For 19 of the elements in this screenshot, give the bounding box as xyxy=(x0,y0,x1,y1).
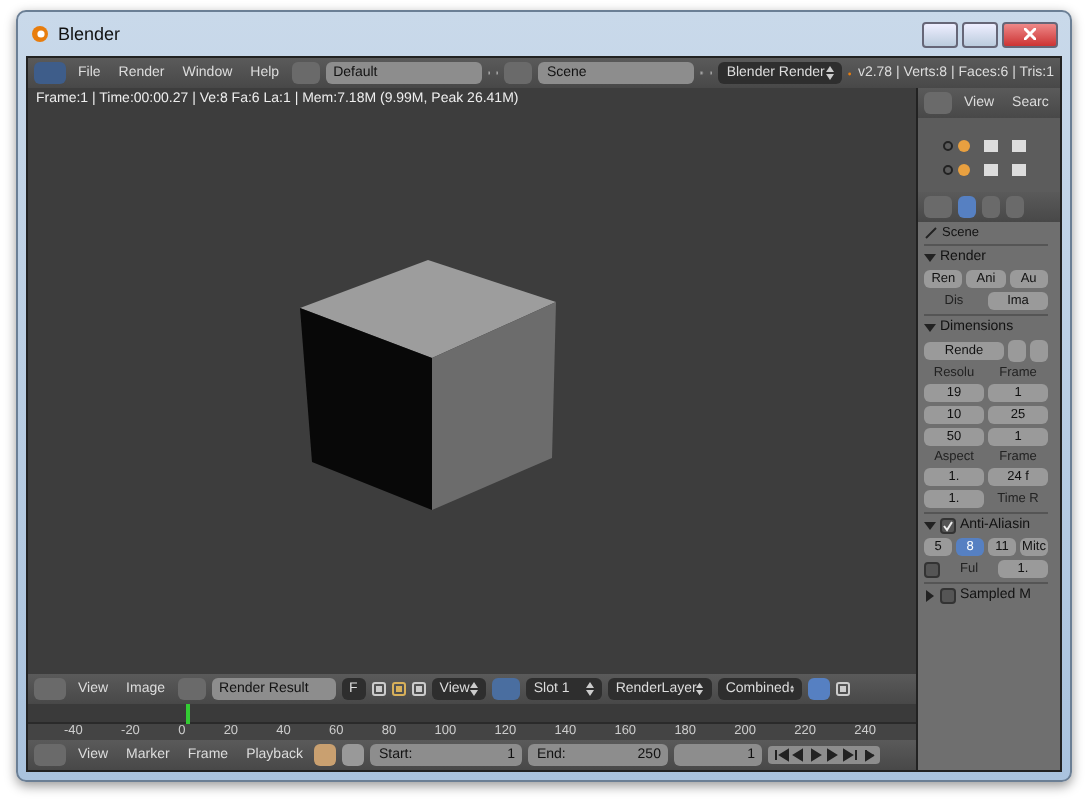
checkbox[interactable] xyxy=(940,517,956,533)
caret-icon xyxy=(789,682,794,696)
minimize-button[interactable] xyxy=(922,21,958,47)
checkbox[interactable] xyxy=(940,587,956,603)
disclosure-triangle-icon[interactable] xyxy=(924,321,936,333)
caret-icon xyxy=(585,682,594,696)
caret-icon xyxy=(826,66,835,80)
checkbox[interactable] xyxy=(924,561,940,577)
app-logo-icon xyxy=(30,24,50,44)
frame-cursor xyxy=(186,704,190,724)
close-button[interactable] xyxy=(1002,21,1058,47)
playback-controls-icon[interactable] xyxy=(768,746,881,764)
caret-icon xyxy=(696,682,704,696)
maximize-button[interactable] xyxy=(962,21,998,47)
disclosure-triangle-icon[interactable] xyxy=(924,251,936,263)
window-title: Blender xyxy=(58,24,121,44)
disclosure-triangle-icon[interactable] xyxy=(924,589,936,601)
caret-icon xyxy=(469,682,478,696)
disclosure-triangle-icon[interactable] xyxy=(924,519,936,531)
